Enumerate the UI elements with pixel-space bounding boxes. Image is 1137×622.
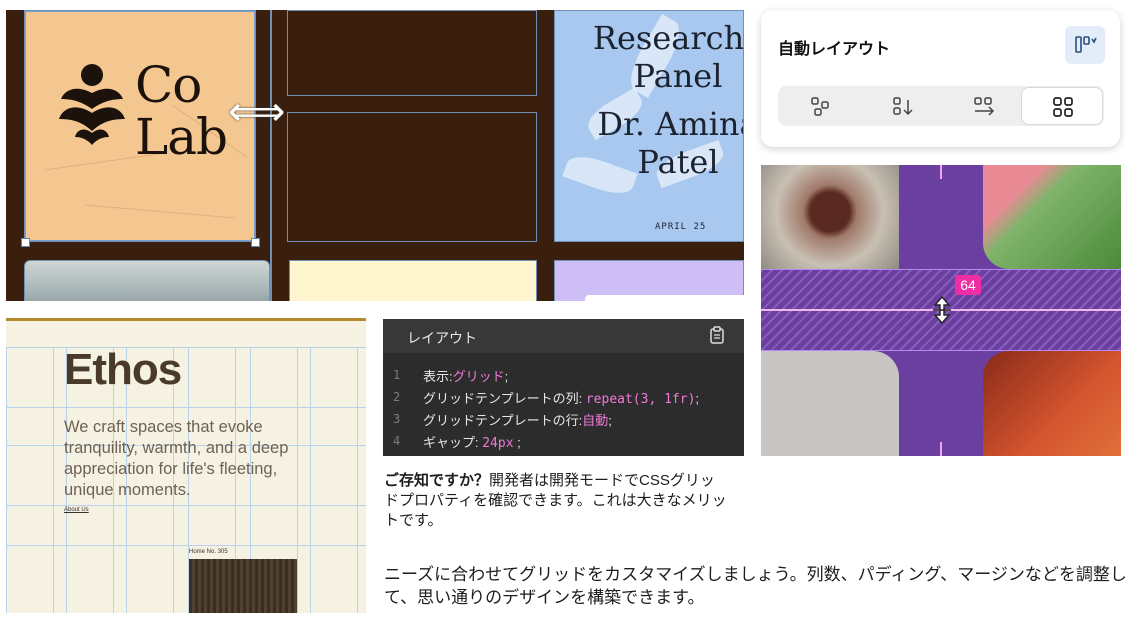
research-panel-card[interactable]: Researche Panel Dr. Amina Patel APRIL 25 <box>554 10 744 242</box>
grid-cell <box>287 10 537 96</box>
research-line: Patel <box>637 143 719 181</box>
research-line: Dr. Amina <box>597 105 744 143</box>
grid-row-guide <box>6 505 366 506</box>
line-number: 4 <box>393 434 401 448</box>
line-number: 2 <box>393 390 401 404</box>
ethos-paragraph: We craft spaces that evoke tranquility, … <box>64 418 289 499</box>
grid-layout-icon <box>1053 97 1073 117</box>
home-caption: Home No. 305 <box>189 549 228 555</box>
line-number: 1 <box>393 368 401 382</box>
css-value: repeat(3, 1fr) <box>585 392 696 407</box>
grid-cell <box>287 112 537 242</box>
code-line: 表示:グリッド; <box>423 366 508 385</box>
cream-thumbnail[interactable] <box>289 260 537 301</box>
selection-handle[interactable] <box>21 238 30 247</box>
grey-photo-tile <box>761 351 899 456</box>
code-line: グリッドテンプレートの行:自動; <box>423 410 612 429</box>
grid-canvas-preview: Co Lab ⟺ Researche Panel Dr. Amina Patel… <box>6 10 744 301</box>
free-layout-icon <box>811 97 829 116</box>
brand-line-2: Lab <box>135 108 228 166</box>
colab-wordmark: Co Lab <box>135 56 228 166</box>
horizontal-layout-option[interactable] <box>944 88 1024 124</box>
clipboard-icon[interactable] <box>708 326 726 344</box>
about-us-link[interactable]: About Us <box>64 507 89 513</box>
gap-value-badge: 64 <box>955 275 981 295</box>
customize-description: ニーズに合わせてグリッドをカスタマイズしましょう。列数、パディング、マージンなど… <box>384 565 1127 607</box>
css-value: 24px <box>482 436 514 451</box>
code-line: ギャップ: 24px ; <box>423 432 521 451</box>
card-chip <box>585 295 744 301</box>
colab-logo-card[interactable]: Co Lab <box>24 10 256 242</box>
leaf-photo-tile <box>983 165 1121 269</box>
auto-layout-panel: 自動レイアウト <box>761 10 1120 147</box>
lavender-thumbnail[interactable] <box>554 260 744 301</box>
css-property: グリッドテンプレートの行: <box>423 413 583 428</box>
ethos-page-preview: Ethos We craft spaces that evoke tranqui… <box>6 318 366 613</box>
grid-column-guide <box>6 347 54 613</box>
grid-column-guide <box>310 347 358 613</box>
gap-adjust-preview: 64 <box>761 165 1121 456</box>
css-property: 表示: <box>423 369 453 384</box>
research-date: APRIL 25 <box>655 222 707 232</box>
css-value: 自動 <box>582 414 609 429</box>
research-line: Researche <box>592 19 744 57</box>
resize-vertical-cursor-icon[interactable] <box>927 295 957 325</box>
css-value: グリッド <box>452 370 505 385</box>
css-terminator: ; <box>504 369 509 384</box>
css-property: グリッドテンプレートの列: <box>423 391 586 406</box>
css-code-panel: レイアウト 1 表示:グリッド; 2 グリッドテンプレートの列: repeat(… <box>383 319 744 456</box>
selection-handle[interactable] <box>251 238 260 247</box>
wrap-toggle-icon <box>1075 36 1097 53</box>
auto-layout-title: 自動レイアウト <box>778 41 891 58</box>
free-layout-option[interactable] <box>780 88 860 124</box>
line-number: 3 <box>393 412 401 426</box>
grid-row-guide <box>6 407 366 408</box>
interior-photo <box>189 559 297 613</box>
grid-gutter <box>270 10 272 301</box>
horizontal-layout-icon <box>974 97 995 116</box>
code-line: グリッドテンプレートの列: repeat(3, 1fr); <box>423 388 699 407</box>
brand-line-1: Co <box>135 56 202 114</box>
vertical-layout-icon <box>893 97 913 116</box>
wrap-toggle-button[interactable] <box>1065 26 1105 64</box>
aerial-photo-tile <box>761 165 899 269</box>
dev-mode-tip: ご存知ですか？開発者は開発モードでCSSグリッドプロパティを確認できます。これは… <box>384 471 729 531</box>
css-terminator: ; <box>513 435 521 450</box>
grid-row-guide <box>6 347 366 348</box>
gap-tick <box>940 165 942 179</box>
css-terminator: ; <box>695 391 700 406</box>
grid-row-guide <box>6 545 366 546</box>
css-property: ギャップ: <box>423 435 483 450</box>
layout-direction-segmented-control <box>778 86 1104 126</box>
grid-layout-option[interactable] <box>1022 88 1102 124</box>
orange-photo-tile <box>983 351 1121 456</box>
colab-flower-icon <box>59 64 125 145</box>
resize-horizontal-icon[interactable]: ⟺ <box>228 92 285 132</box>
vertical-layout-option[interactable] <box>862 88 942 124</box>
gap-tick <box>940 442 942 456</box>
research-title: Researche Panel Dr. Amina Patel <box>583 19 744 181</box>
css-terminator: ; <box>608 413 612 428</box>
research-line: Panel <box>633 57 723 95</box>
ethos-heading: Ethos <box>64 345 182 394</box>
tip-lead: ご存知ですか？ <box>384 472 490 489</box>
code-panel-title: レイアウト <box>407 330 477 346</box>
code-panel-header: レイアウト <box>383 319 744 353</box>
mountain-thumbnail[interactable] <box>24 260 270 301</box>
